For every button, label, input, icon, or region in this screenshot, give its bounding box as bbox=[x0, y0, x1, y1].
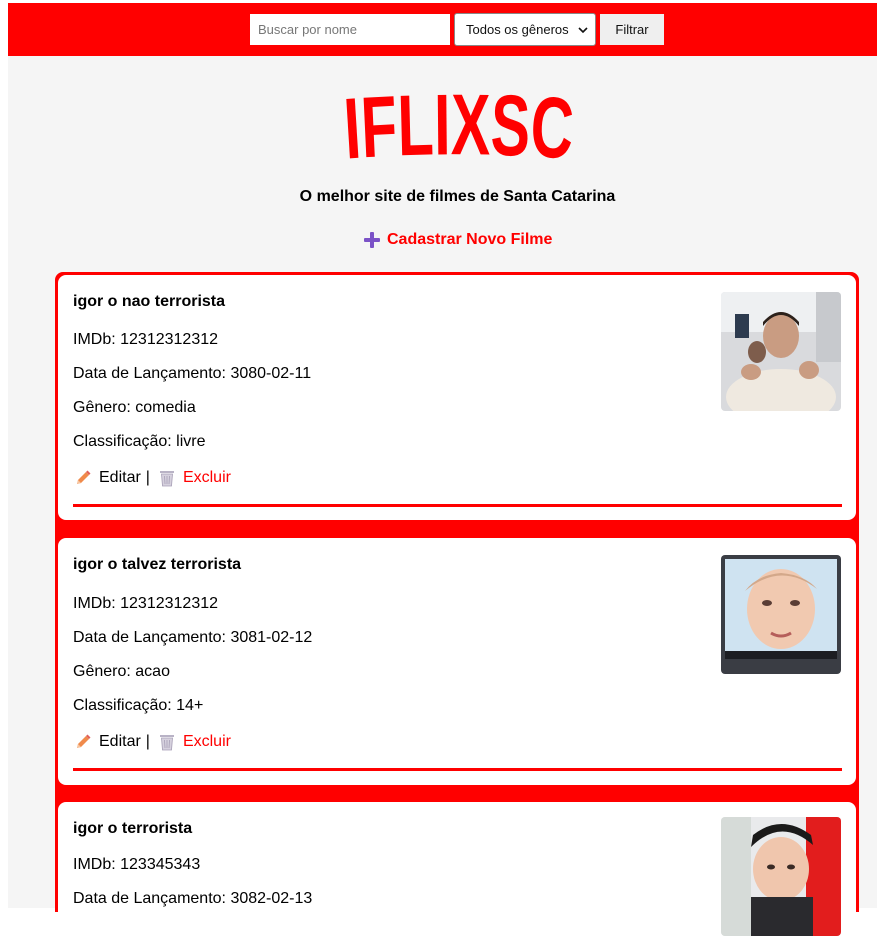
page: Todos os gêneros Filtrar IFLIXSC O melho… bbox=[8, 3, 877, 936]
svg-text:IFLIXSC: IFLIXSC bbox=[341, 83, 576, 173]
logo-text: IFLIXSC bbox=[341, 83, 576, 173]
genre-select[interactable]: Todos os gêneros bbox=[454, 13, 596, 46]
action-separator: | bbox=[145, 469, 150, 486]
movie-genre: Gênero: comedia bbox=[73, 399, 196, 416]
card-divider bbox=[73, 504, 842, 507]
edit-link[interactable]: Editar bbox=[99, 733, 141, 751]
trash-icon[interactable] bbox=[159, 733, 175, 751]
movie-rating: Classificação: livre bbox=[73, 433, 206, 450]
movie-card: igor o talvez terrorista IMDb: 123123123… bbox=[58, 538, 856, 785]
tagline: O melhor site de filmes de Santa Catarin… bbox=[299, 188, 616, 205]
movie-card: igor o terrorista IMDb: 123345343 Data d… bbox=[58, 802, 856, 936]
movie-imdb: IMDb: 12312312312 bbox=[73, 595, 219, 612]
movie-title: igor o talvez terrorista bbox=[73, 556, 242, 573]
movie-imdb: IMDb: 12312312312 bbox=[73, 331, 219, 348]
movie-poster bbox=[721, 817, 841, 936]
filter-button[interactable]: Filtrar bbox=[600, 14, 664, 45]
movie-release-date: Data de Lançamento: 3082-02-13 bbox=[73, 890, 313, 907]
movie-title: igor o terrorista bbox=[73, 820, 193, 837]
trash-icon[interactable] bbox=[159, 469, 175, 487]
movie-genre: Gênero: acao bbox=[73, 663, 170, 680]
movie-title: igor o nao terrorista bbox=[73, 293, 226, 310]
add-movie-label: Cadastrar Novo Filme bbox=[387, 231, 553, 248]
pencil-icon[interactable] bbox=[74, 469, 92, 487]
edit-link[interactable]: Editar bbox=[99, 469, 141, 487]
action-separator: | bbox=[145, 733, 150, 750]
genre-select-value: Todos os gêneros bbox=[466, 22, 569, 37]
pencil-icon[interactable] bbox=[74, 733, 92, 751]
iflixsc-logo[interactable]: IFLIXSC bbox=[338, 83, 578, 173]
movie-actions: Editar | Excluir bbox=[74, 469, 231, 487]
movie-card: igor o nao terrorista IMDb: 12312312312 … bbox=[58, 275, 856, 520]
movie-release-date: Data de Lançamento: 3080-02-11 bbox=[73, 365, 312, 382]
movie-imdb: IMDb: 123345343 bbox=[73, 856, 201, 873]
movie-rating: Classificação: 14+ bbox=[73, 697, 204, 714]
filter-bar: Todos os gêneros Filtrar bbox=[8, 3, 877, 56]
movie-poster bbox=[721, 292, 841, 411]
movie-release-date: Data de Lançamento: 3081-02-12 bbox=[73, 629, 313, 646]
search-input[interactable] bbox=[250, 14, 450, 45]
movie-poster bbox=[721, 555, 841, 674]
chevron-down-icon bbox=[578, 27, 588, 34]
movie-actions: Editar | Excluir bbox=[74, 733, 231, 751]
card-divider bbox=[73, 768, 842, 771]
plus-icon bbox=[364, 232, 380, 248]
delete-link[interactable]: Excluir bbox=[183, 469, 231, 487]
delete-link[interactable]: Excluir bbox=[183, 733, 231, 751]
add-movie-link[interactable]: Cadastrar Novo Filme bbox=[363, 230, 552, 250]
